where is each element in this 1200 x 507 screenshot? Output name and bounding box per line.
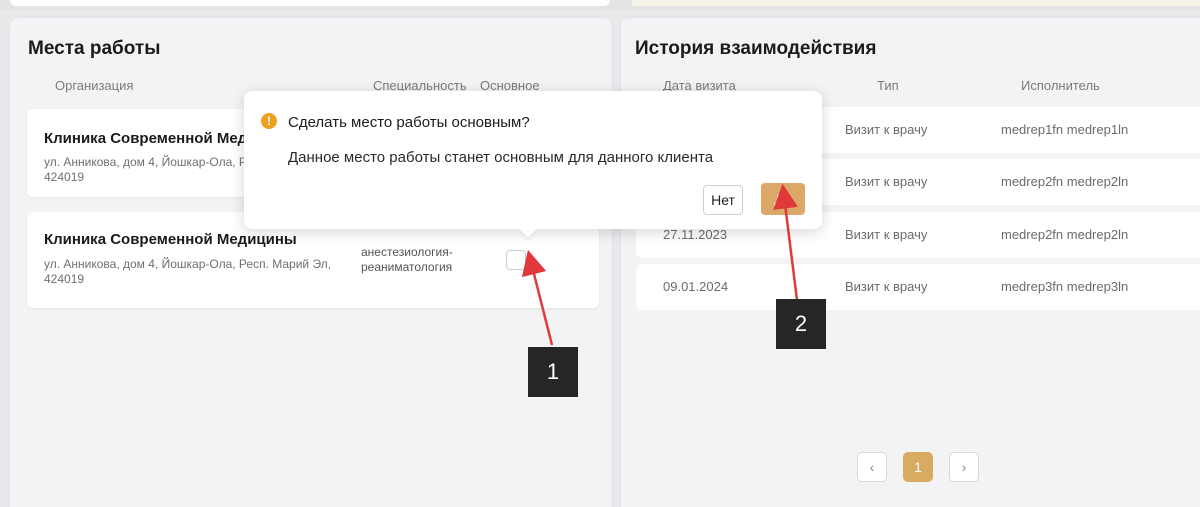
annotation-arrows: [521, 183, 799, 346]
annotation-arrow-2: [773, 183, 799, 301]
annotation-arrow-1: [521, 249, 554, 346]
annotation-badge-2: 2: [776, 299, 826, 349]
annotation-badge-1: 1: [528, 347, 578, 397]
